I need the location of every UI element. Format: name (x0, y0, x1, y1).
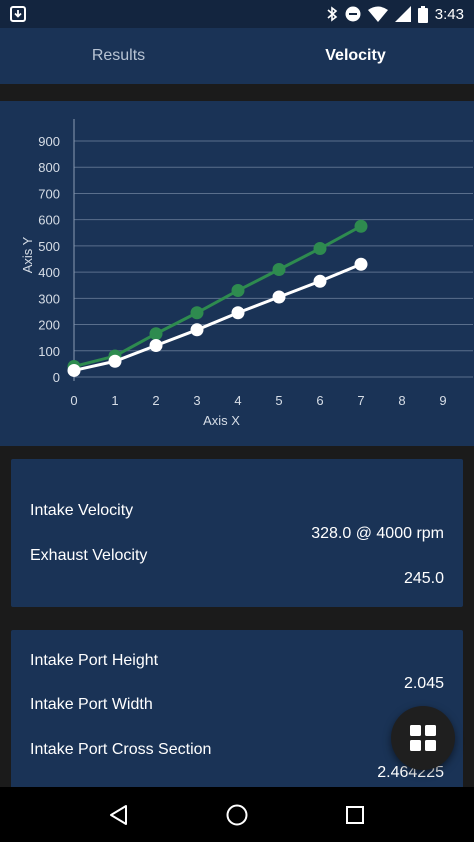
exhaust-velocity-value: 245.0 (403, 570, 444, 587)
back-icon (110, 804, 127, 825)
bluetooth-icon (327, 6, 338, 22)
intake-port-height-label: Intake Port Height (30, 652, 159, 669)
y-tick-label: 700 (38, 186, 60, 201)
y-tick-label: 900 (38, 134, 60, 149)
data-point (67, 363, 81, 377)
exhaust-velocity-label: Exhaust Velocity (30, 547, 148, 564)
intake-velocity-label: Intake Velocity (30, 502, 134, 519)
y-tick-label: 0 (53, 370, 60, 385)
grid-menu-button[interactable] (391, 706, 455, 770)
data-point (272, 290, 286, 304)
intake-port-cross-section-label: Intake Port Cross Section (30, 741, 212, 758)
x-tick-label: 6 (316, 393, 323, 408)
y-tick-label: 100 (38, 344, 60, 359)
x-tick-label: 2 (152, 393, 159, 408)
data-point (231, 283, 245, 297)
data-point (231, 306, 245, 320)
x-tick-label: 7 (357, 393, 364, 408)
x-tick-label: 8 (398, 393, 405, 408)
x-tick-label: 5 (275, 393, 282, 408)
velocity-card: Intake Velocity 328.0 @ 4000 rpm Exhaust… (11, 459, 463, 607)
home-button[interactable] (217, 795, 257, 835)
navigation-bar (0, 787, 474, 842)
data-point (313, 274, 327, 288)
x-tick-label: 9 (439, 393, 446, 408)
data-point (190, 306, 204, 320)
x-tick-label: 1 (111, 393, 118, 408)
y-tick-label: 300 (38, 291, 60, 306)
signal-icon (394, 6, 411, 22)
chart-card: 0 100 200 300 400 500 600 700 800 900 0 1 2 3 4 5 6 7 8 9 Ax… (0, 101, 474, 446)
recents-icon (346, 805, 364, 824)
download-icon (10, 6, 26, 22)
data-point (190, 323, 204, 337)
clock: 3:43 (434, 5, 464, 23)
wifi-icon (367, 6, 388, 22)
x-tick-label: 3 (193, 393, 200, 408)
tab-bar: Results Velocity (0, 28, 474, 84)
intake-velocity-value: 328.0 @ 4000 rpm (311, 525, 444, 542)
data-point (149, 327, 163, 341)
x-axis-label: Axis X (203, 413, 240, 428)
battery-icon (417, 5, 428, 23)
recents-button[interactable] (335, 795, 375, 835)
y-tick-label: 800 (38, 160, 60, 175)
data-point (354, 219, 368, 233)
back-button[interactable] (99, 795, 139, 835)
data-point (272, 262, 286, 276)
do-not-disturb-icon (345, 6, 361, 22)
tab-velocity[interactable]: Velocity (237, 28, 474, 84)
y-tick-label: 600 (38, 213, 60, 228)
home-icon (226, 804, 248, 825)
tab-results[interactable]: Results (0, 28, 237, 84)
intake-port-width-label: Intake Port Width (30, 696, 153, 713)
intake-port-height-value: 2.045 (403, 675, 444, 692)
x-tick-label: 0 (70, 393, 77, 408)
port-card: Intake Port Height 2.045 Intake Port Wid… (11, 630, 463, 800)
status-bar: 3:43 (0, 0, 474, 28)
velocity-chart: 0 100 200 300 400 500 600 700 800 900 0 1 2 3 4 5 6 7 8 9 Ax… (20, 119, 473, 428)
data-point (149, 339, 163, 353)
y-tick-label: 500 (38, 239, 60, 254)
y-tick-label: 400 (38, 265, 60, 280)
x-tick-label: 4 (234, 393, 241, 408)
grid-icon (410, 725, 436, 751)
data-point (108, 354, 122, 368)
y-tick-label: 200 (38, 318, 60, 333)
data-point (313, 242, 327, 256)
y-axis-label: Axis Y (20, 236, 35, 273)
data-point (354, 257, 368, 271)
